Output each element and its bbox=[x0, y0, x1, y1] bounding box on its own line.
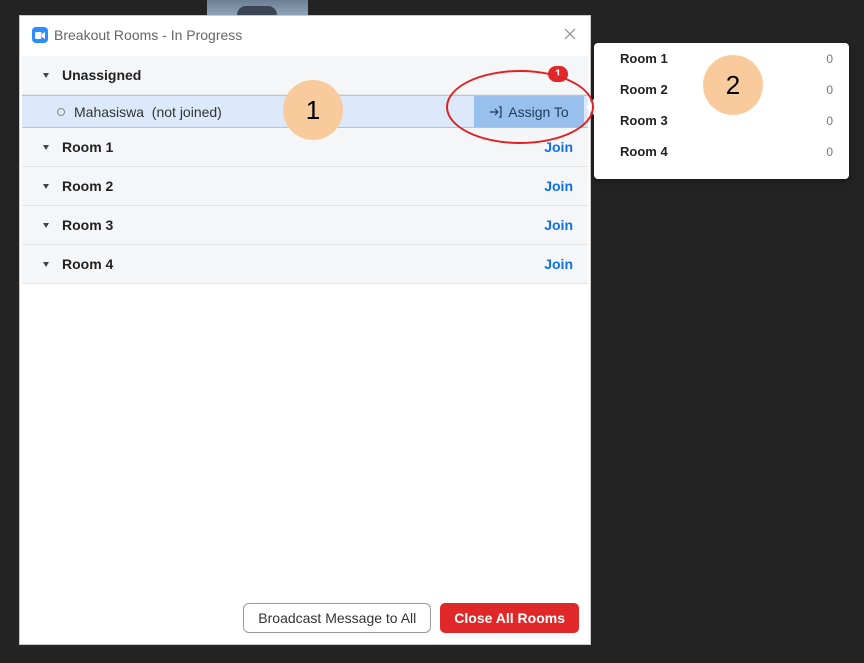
assign-to-label: Assign To bbox=[508, 103, 569, 120]
chevron-down-icon bbox=[43, 222, 49, 228]
chevron-down-icon bbox=[43, 183, 49, 189]
popup-pointer bbox=[586, 99, 594, 115]
zoom-camera-icon bbox=[32, 27, 48, 43]
assign-arrow-icon bbox=[490, 105, 502, 118]
menu-room-count: 0 bbox=[826, 82, 833, 97]
unassigned-label: Unassigned bbox=[62, 67, 142, 83]
assign-to-button[interactable]: Assign To bbox=[474, 96, 584, 127]
close-icon[interactable] bbox=[562, 26, 578, 42]
video-thumbnail bbox=[207, 0, 308, 15]
join-room-2-button[interactable]: Join bbox=[544, 178, 573, 194]
room-name: Room 1 bbox=[62, 139, 114, 155]
menu-room-count: 0 bbox=[826, 144, 833, 159]
menu-room-name: Room 1 bbox=[620, 51, 668, 66]
menu-room-name: Room 4 bbox=[620, 144, 668, 159]
assign-menu-item-room-4[interactable]: Room 4 0 bbox=[594, 136, 849, 167]
menu-room-name: Room 3 bbox=[620, 113, 668, 128]
join-room-3-button[interactable]: Join bbox=[544, 217, 573, 233]
room-name: Room 2 bbox=[62, 178, 114, 194]
chevron-down-icon bbox=[43, 72, 49, 78]
close-all-rooms-button[interactable]: Close All Rooms bbox=[440, 603, 579, 633]
unassigned-count-badge: 1 bbox=[548, 66, 568, 82]
broadcast-message-button[interactable]: Broadcast Message to All bbox=[243, 603, 432, 633]
join-room-1-button[interactable]: Join bbox=[544, 139, 573, 155]
dialog-title: Breakout Rooms - In Progress bbox=[54, 27, 243, 43]
menu-room-count: 0 bbox=[826, 113, 833, 128]
room-row-3[interactable]: Room 3 Join bbox=[22, 206, 588, 245]
chevron-down-icon bbox=[43, 261, 49, 267]
step-badge-2: 2 bbox=[703, 55, 763, 115]
participant-name: Mahasiswa (not joined) bbox=[74, 103, 222, 120]
room-row-4[interactable]: Room 4 Join bbox=[22, 245, 588, 284]
title-bar: Breakout Rooms - In Progress bbox=[20, 16, 590, 54]
room-name: Room 4 bbox=[62, 256, 114, 272]
step-badge-1: 1 bbox=[283, 80, 343, 140]
room-name: Room 3 bbox=[62, 217, 114, 233]
chevron-down-icon bbox=[43, 144, 49, 150]
menu-room-count: 0 bbox=[826, 51, 833, 66]
room-row-2[interactable]: Room 2 Join bbox=[22, 167, 588, 206]
menu-room-name: Room 2 bbox=[620, 82, 668, 97]
join-room-4-button[interactable]: Join bbox=[544, 256, 573, 272]
footer-actions: Broadcast Message to All Close All Rooms bbox=[243, 603, 579, 633]
participant-status-icon bbox=[57, 107, 65, 116]
